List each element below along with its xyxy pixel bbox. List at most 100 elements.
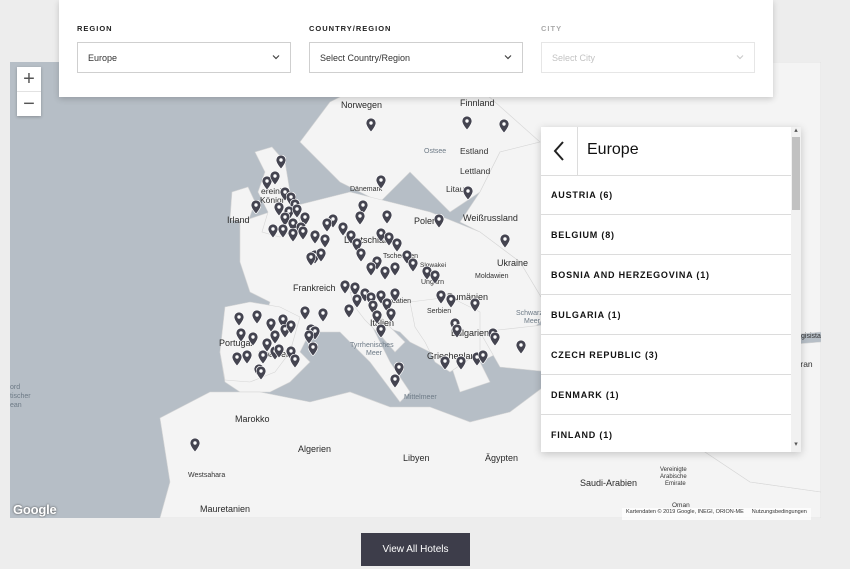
hotel-pin-icon[interactable] — [310, 230, 320, 244]
hotel-pin-icon[interactable] — [372, 310, 382, 324]
hotel-pin-icon[interactable] — [376, 324, 386, 338]
map-label: Estland — [460, 146, 489, 156]
sea-label: Meer — [524, 318, 540, 325]
region-select[interactable]: Europe — [77, 42, 291, 73]
scroll-thumb[interactable] — [792, 137, 800, 210]
hotel-pin-icon[interactable] — [268, 224, 278, 238]
sea-label: Ostsee — [424, 148, 447, 155]
hotel-pin-icon[interactable] — [278, 224, 288, 238]
hotel-pin-icon[interactable] — [290, 354, 300, 368]
hotel-pin-icon[interactable] — [236, 328, 246, 342]
hotel-pin-icon[interactable] — [490, 332, 500, 346]
sea-label: Meer — [366, 350, 382, 357]
hotel-pin-icon[interactable] — [386, 308, 396, 322]
country-label: COUNTRY/REGION — [309, 24, 392, 33]
hotel-pin-icon[interactable] — [242, 350, 252, 364]
hotel-pin-icon[interactable] — [306, 252, 316, 266]
chevron-down-icon — [504, 55, 512, 60]
map-label: Marokko — [235, 414, 270, 424]
hotel-pin-icon[interactable] — [366, 118, 376, 132]
hotel-pin-icon[interactable] — [434, 214, 444, 228]
hotel-pin-icon[interactable] — [256, 366, 266, 380]
hotel-pin-icon[interactable] — [390, 288, 400, 302]
location-filter-bar: REGION Europe COUNTRY/REGION Select Coun… — [59, 0, 773, 97]
scroll-up-icon[interactable]: ▴ — [792, 127, 800, 135]
hotel-pin-icon[interactable] — [366, 262, 376, 276]
hotel-pin-icon[interactable] — [234, 312, 244, 326]
hotel-pin-icon[interactable] — [446, 294, 456, 308]
map-label: Vereinigte — [660, 467, 687, 473]
hotel-pin-icon[interactable] — [356, 248, 366, 262]
hotel-pin-icon[interactable] — [408, 258, 418, 272]
hotel-pin-icon[interactable] — [452, 324, 462, 338]
hotel-pin-icon[interactable] — [274, 344, 284, 358]
hotel-pin-icon[interactable] — [462, 116, 472, 130]
country-item[interactable]: AUSTRIA (6) — [541, 175, 791, 215]
country-item[interactable]: BULGARIA (1) — [541, 295, 791, 335]
hotel-pin-icon[interactable] — [456, 356, 466, 370]
scroll-down-icon[interactable]: ▾ — [792, 441, 800, 449]
hotel-pin-icon[interactable] — [248, 332, 258, 346]
map-label: Mauretanien — [200, 504, 251, 514]
hotel-pin-icon[interactable] — [258, 350, 268, 364]
city-select[interactable]: Select City — [541, 42, 755, 73]
hotel-pin-icon[interactable] — [308, 342, 318, 356]
city-label: CITY — [541, 24, 563, 33]
country-item[interactable]: BELGIUM (8) — [541, 215, 791, 255]
hotel-pin-icon[interactable] — [499, 119, 509, 133]
zoom-out-button[interactable]: − — [17, 92, 41, 116]
hotel-pin-icon[interactable] — [355, 211, 365, 225]
hotel-pin-icon[interactable] — [376, 175, 386, 189]
hotel-pin-icon[interactable] — [320, 234, 330, 248]
country-item[interactable]: FINLAND (1) — [541, 415, 791, 452]
hotel-pin-icon[interactable] — [478, 350, 488, 364]
hotel-pin-icon[interactable] — [286, 320, 296, 334]
map-label: Arabische — [660, 474, 687, 480]
hotel-pin-icon[interactable] — [298, 226, 308, 240]
hotel-pin-icon[interactable] — [252, 310, 262, 324]
hotel-pin-icon[interactable] — [390, 262, 400, 276]
hotel-pin-icon[interactable] — [436, 290, 446, 304]
panel-title: Europe — [587, 141, 639, 158]
hotel-pin-icon[interactable] — [340, 280, 350, 294]
country-item[interactable]: DENMARK (1) — [541, 375, 791, 415]
hotel-pin-icon[interactable] — [322, 218, 332, 232]
hotel-pin-icon[interactable] — [288, 228, 298, 242]
map-label: Weißrussland — [463, 213, 518, 223]
map-label: Emirate — [665, 481, 686, 487]
region-label: REGION — [77, 24, 113, 33]
hotel-pin-icon[interactable] — [232, 352, 242, 366]
map-label: Ägypten — [485, 453, 519, 463]
map-attribution: Kartendaten © 2019 Google, INEGI, ORION-… — [622, 508, 811, 520]
hotel-pin-icon[interactable] — [276, 155, 286, 169]
hotel-pin-icon[interactable] — [344, 304, 354, 318]
hotel-pin-icon[interactable] — [380, 266, 390, 280]
hotel-pin-icon[interactable] — [316, 248, 326, 262]
hotel-pin-icon[interactable] — [318, 308, 328, 322]
hotel-pin-icon[interactable] — [251, 200, 261, 214]
zoom-in-button[interactable]: + — [17, 67, 41, 92]
map-label: Irland — [227, 215, 250, 225]
back-button[interactable] — [541, 127, 578, 175]
map-data-credit: Kartendaten © 2019 Google, INEGI, ORION-… — [626, 509, 744, 515]
country-item[interactable]: BOSNIA AND HERZEGOVINA (1) — [541, 255, 791, 295]
country-item[interactable]: CZECH REPUBLIC (3) — [541, 335, 791, 375]
sea-label: ord — [10, 384, 21, 391]
view-all-hotels-button[interactable]: View All Hotels — [361, 533, 470, 566]
hotel-pin-icon[interactable] — [392, 238, 402, 252]
hotel-pin-icon[interactable] — [440, 356, 450, 370]
hotel-pin-icon[interactable] — [270, 171, 280, 185]
hotel-pin-icon[interactable] — [516, 340, 526, 354]
hotel-pin-icon[interactable] — [300, 306, 310, 320]
hotel-pin-icon[interactable] — [500, 234, 510, 248]
hotel-pin-icon[interactable] — [382, 210, 392, 224]
terms-link[interactable]: Nutzungsbedingungen — [752, 509, 807, 515]
map-label: Lettland — [460, 166, 491, 176]
country-select[interactable]: Select Country/Region — [309, 42, 523, 73]
panel-scrollbar[interactable]: ▴ ▾ — [791, 127, 801, 452]
hotel-pin-icon[interactable] — [430, 270, 440, 284]
hotel-pin-icon[interactable] — [190, 438, 200, 452]
hotel-pin-icon[interactable] — [463, 186, 473, 200]
hotel-pin-icon[interactable] — [390, 374, 400, 388]
hotel-pin-icon[interactable] — [470, 298, 480, 312]
